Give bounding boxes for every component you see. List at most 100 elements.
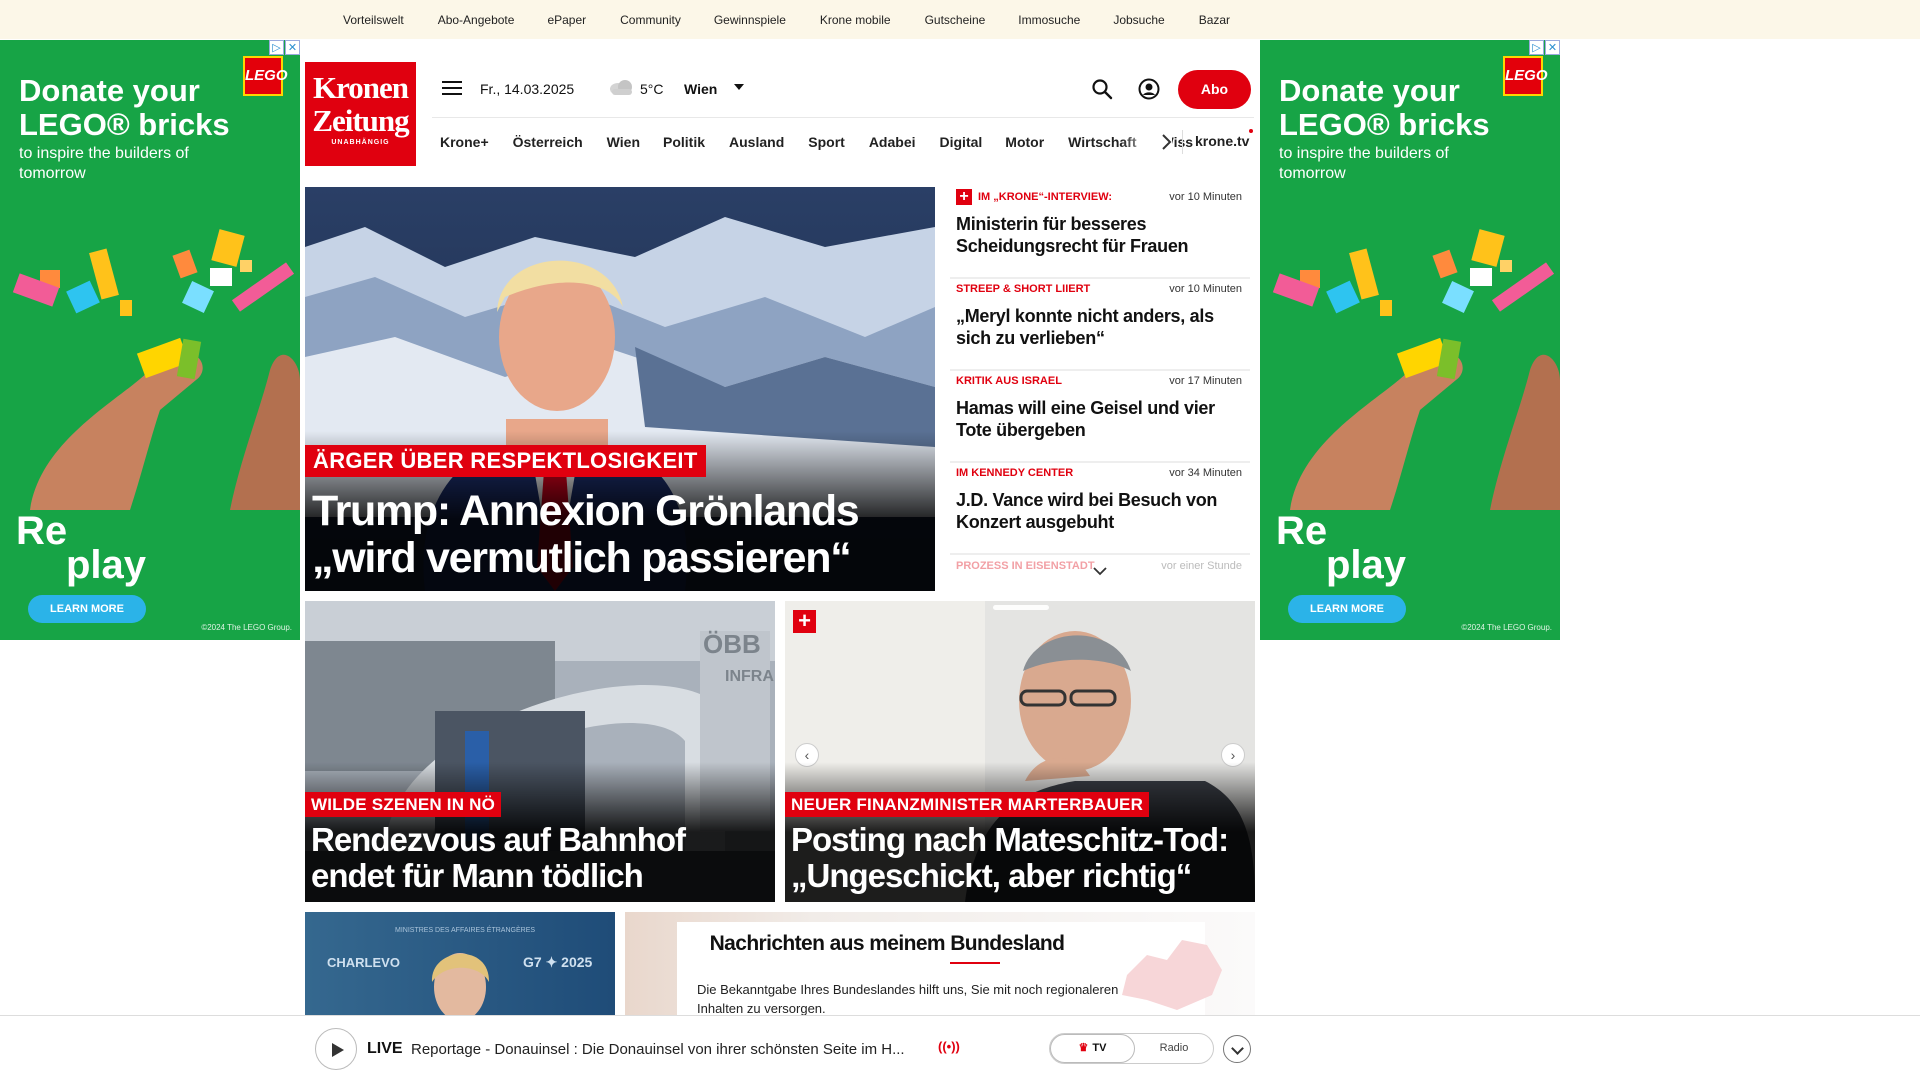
topbar-link-epaper[interactable]: ePaper [547, 13, 586, 27]
logo-tagline: UNABHÄNGIG [331, 139, 390, 146]
adchoices-icon[interactable]: ▷ [269, 40, 284, 55]
adchoices-icon[interactable]: ▷ [1529, 40, 1544, 55]
chevron-right-icon[interactable] [1159, 133, 1173, 151]
ad-bricks-illustration [1272, 229, 1560, 510]
ticker-time: vor 10 Minuten [1169, 191, 1242, 203]
live-label: LIVE [367, 1040, 403, 1057]
ticker-item[interactable]: STREEP & SHORT LIIERT vor 10 Minuten „Me… [950, 279, 1250, 371]
ad-choices[interactable]: ▷ ✕ [268, 40, 300, 55]
lego-logo: LEGO [1503, 56, 1548, 96]
ticker-time: vor 17 Minuten [1169, 375, 1242, 387]
nav-divider [1182, 130, 1183, 154]
topbar-link-jobsuche[interactable]: Jobsuche [1113, 13, 1164, 27]
nav-item-oesterreich[interactable]: Österreich [513, 134, 583, 150]
tile-kicker: NEUER FINANZMINISTER MARTERBAUER [785, 792, 1150, 817]
hero-title[interactable]: Trump: Annexion Grönlands „wird vermutli… [312, 488, 922, 582]
tv-option[interactable]: ♛ TV [1050, 1034, 1135, 1063]
krone-plus-icon: + [793, 610, 816, 633]
topbar-link-community[interactable]: Community [620, 13, 681, 27]
ticker-kicker: KRITIK AUS ISRAEL [956, 375, 1062, 387]
carousel-indicator [993, 605, 1049, 610]
ad-replay-part2: play [1326, 543, 1407, 587]
ticker-title[interactable]: Ministerin für besseres Scheidungsrecht … [956, 213, 1241, 257]
ad-bricks-illustration [12, 229, 300, 510]
bundesland-title: Nachrichten aus meinem Bundesland [709, 932, 1065, 955]
tile-title[interactable]: Rendezvous auf Bahnhof endet für Mann tö… [311, 822, 771, 894]
ticker-item[interactable]: + IM „KRONE“-INTERVIEW: vor 10 Minuten M… [950, 187, 1250, 279]
nav-items: Krone+ Österreich Wien Politik Ausland S… [440, 118, 1193, 166]
topbar-link-bazar[interactable]: Bazar [1199, 13, 1230, 27]
lego-logo: LEGO [243, 56, 288, 96]
ad-learn-more-button[interactable]: LEARN MORE [1288, 595, 1406, 623]
nav-item-wien[interactable]: Wien [607, 134, 640, 150]
main-navigation: Krone+ Österreich Wien Politik Ausland S… [432, 117, 1254, 166]
radio-option[interactable]: Radio [1140, 1034, 1208, 1063]
broadcast-icon: ((•)) [938, 1039, 960, 1054]
nav-item-digital[interactable]: Digital [940, 134, 983, 150]
ticker-time: vor 34 Minuten [1169, 467, 1242, 479]
ticker-title[interactable]: Hamas will eine Geisel und vier Tote übe… [956, 397, 1241, 441]
topbar-link-krone-mobile[interactable]: Krone mobile [820, 13, 891, 27]
ticker-item[interactable]: KRITIK AUS ISRAEL vor 17 Minuten Hamas w… [950, 371, 1250, 463]
ad-learn-more-button[interactable]: LEARN MORE [28, 595, 146, 623]
krone-plus-icon: + [956, 189, 972, 205]
chevron-down-icon[interactable] [1092, 566, 1108, 576]
ad-close-icon[interactable]: ✕ [1545, 40, 1560, 55]
ad-close-icon[interactable]: ✕ [285, 40, 300, 55]
bundesland-underline [950, 962, 1000, 964]
ad-copyright: ©2024 The LEGO Group. [201, 623, 292, 632]
kronen-zeitung-logo[interactable]: Kronen Zeitung UNABHÄNGIG [305, 62, 416, 166]
nav-item-sport[interactable]: Sport [808, 134, 845, 150]
tile-title[interactable]: Posting nach Mateschitz-Tod: „Ungeschick… [791, 822, 1251, 894]
ad-replay-logo: Re play [1276, 510, 1406, 586]
expand-player-button[interactable] [1223, 1035, 1251, 1063]
nav-item-adabei[interactable]: Adabei [869, 134, 916, 150]
ad-replay-part1: Re [16, 509, 68, 553]
tile-kicker: WILDE SZENEN IN NÖ [305, 792, 501, 817]
live-player-bar: LIVE Reportage - Donauinsel : Die Donaui… [0, 1015, 1920, 1080]
topbar-link-vorteilswelt[interactable]: Vorteilswelt [343, 13, 404, 27]
ticker-title[interactable]: J.D. Vance wird bei Besuch von Konzert a… [956, 489, 1241, 533]
live-program-title[interactable]: Reportage - Donauinsel : Die Donauinsel … [411, 1041, 931, 1058]
hero-kicker: ÄRGER ÜBER RESPEKTLOSIGKEIT [305, 445, 706, 477]
topbar-links: Vorteilswelt Abo-Angebote ePaper Communi… [343, 0, 1230, 39]
nav-item-motor[interactable]: Motor [1005, 134, 1044, 150]
cloud-icon [610, 80, 632, 95]
g7-backdrop-text-2: G7 ✦ 2025 [523, 954, 593, 970]
ad-left[interactable]: ▷ ✕ LEGO Donate your LEGO® bricks to insp… [0, 40, 300, 640]
bundesland-text: Die Bekanntgabe Ihres Bundeslandes hilft… [697, 982, 1119, 1016]
user-account-icon[interactable] [1138, 78, 1160, 100]
ad-subline: to inspire the builders of tomorrow [19, 145, 189, 182]
play-button[interactable] [315, 1028, 357, 1070]
ticker-title[interactable]: „Meryl konnte nicht anders, als sich zu … [956, 305, 1241, 349]
g7-backdrop-text-3: MINISTRES DES AFFAIRES ÉTRANGÈRES [395, 925, 535, 934]
top-utility-bar: Vorteilswelt Abo-Angebote ePaper Communi… [0, 0, 1920, 39]
temperature: 5°C [640, 81, 664, 97]
ad-choices[interactable]: ▷ ✕ [1528, 40, 1560, 55]
topbar-link-gewinnspiele[interactable]: Gewinnspiele [714, 13, 786, 27]
nav-item-krone-plus[interactable]: Krone+ [440, 134, 489, 150]
article-tile[interactable]: + ‹ › NEUER FINANZMINISTER MARTERBAUER P… [785, 601, 1255, 902]
nav-item-krone-tv[interactable]: krone.tv [1195, 133, 1249, 149]
ticker-item[interactable]: IM KENNEDY CENTER vor 34 Minuten J.D. Va… [950, 463, 1250, 555]
menu-icon[interactable] [442, 81, 462, 97]
logo-line-2: Zeitung [312, 103, 409, 138]
search-icon[interactable] [1091, 78, 1113, 100]
ad-replay-part1: Re [1276, 509, 1328, 553]
ticker-time: vor einer Stunde [1161, 560, 1242, 572]
station-sign-text-2: INFRA [725, 668, 774, 685]
ad-replay-part2: play [66, 543, 147, 587]
ad-right[interactable]: ▷ ✕ LEGO Donate your LEGO® bricks to insp… [1260, 40, 1560, 640]
abo-button[interactable]: Abo [1178, 70, 1251, 109]
ad-copyright: ©2024 The LEGO Group. [1461, 623, 1552, 632]
topbar-link-immosuche[interactable]: Immosuche [1018, 13, 1080, 27]
topbar-link-abo-angebote[interactable]: Abo-Angebote [438, 13, 515, 27]
article-tile[interactable]: ÖBB INFRA WILDE SZENEN IN NÖ Rendezvous … [305, 601, 775, 902]
chevron-down-icon[interactable] [734, 84, 744, 90]
ticker-kicker: STREEP & SHORT LIIERT [956, 283, 1091, 295]
nav-item-ausland[interactable]: Ausland [729, 134, 784, 150]
city-selector[interactable]: Wien [684, 81, 717, 97]
topbar-link-gutscheine[interactable]: Gutscheine [925, 13, 986, 27]
nav-item-politik[interactable]: Politik [663, 134, 705, 150]
logo-line-1: Kronen [312, 70, 409, 105]
